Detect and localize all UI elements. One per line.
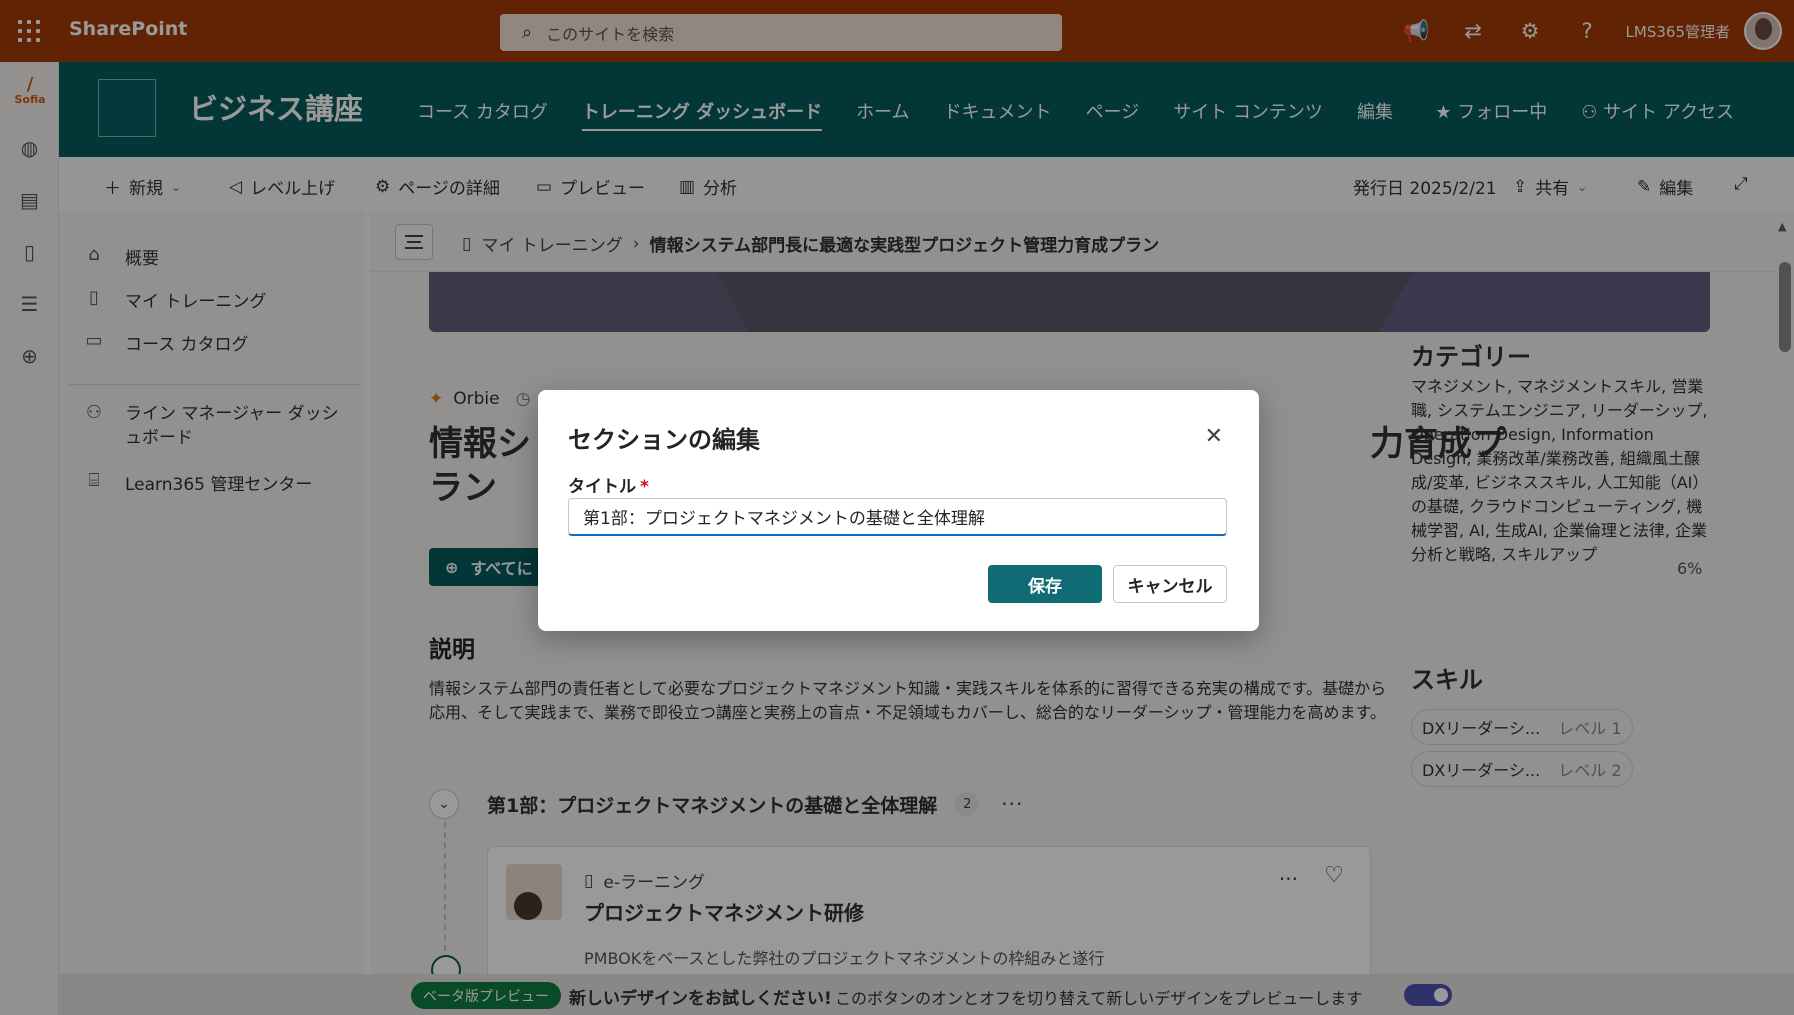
title-field-label: タイトル * — [568, 472, 649, 497]
save-button[interactable]: 保存 — [988, 565, 1102, 603]
title-input[interactable] — [568, 498, 1227, 536]
app-window: SharePoint ⌕ このサイトを検索 📢 ⇄ ⚙ ? LMS365管理者 … — [0, 0, 1794, 1015]
required-mark: * — [640, 477, 649, 497]
edit-section-dialog: セクションの編集 ✕ タイトル* 保存 キャンセル — [538, 390, 1259, 631]
dialog-title: セクションの編集 — [568, 426, 760, 454]
close-icon[interactable]: ✕ — [1205, 424, 1223, 449]
field-label-text: タイトル — [568, 477, 636, 497]
cancel-button[interactable]: キャンセル — [1113, 565, 1227, 603]
